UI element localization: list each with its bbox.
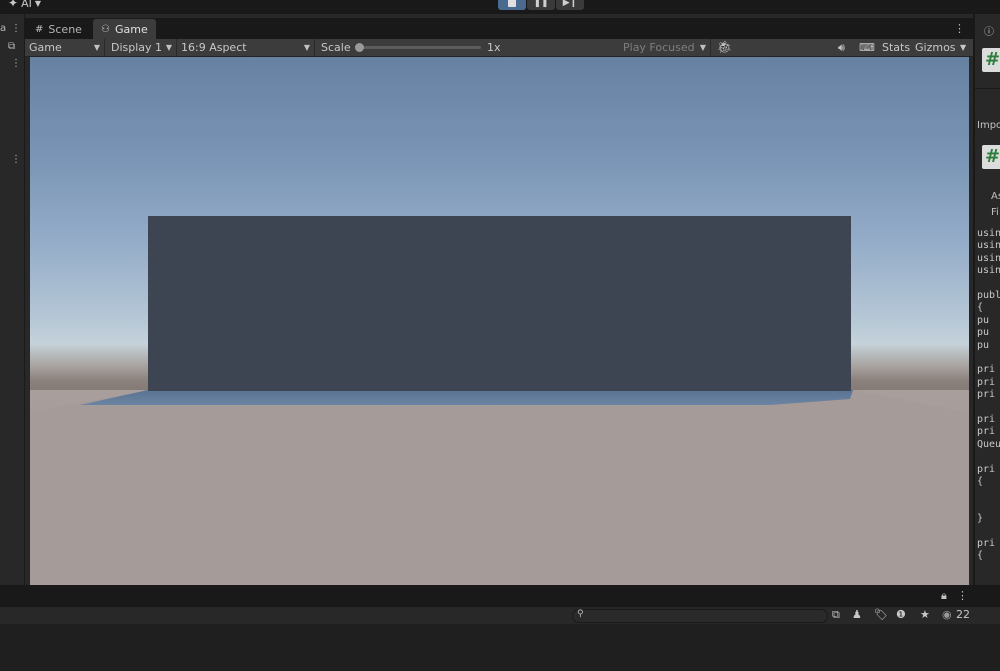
lock-icon[interactable]: a <box>0 23 6 34</box>
console-tab-strip: 🔒︎ ⋮ <box>0 585 1000 607</box>
gamepad-icon: ⚇ <box>101 23 110 35</box>
kebab-menu-icon[interactable]: ⋮ <box>11 154 21 165</box>
code-line: pri <box>977 463 996 475</box>
tab-strip: # Scene ⚇ Game ⋮ <box>25 18 973 39</box>
code-line: pri <box>977 364 996 376</box>
scale-slider[interactable] <box>355 43 481 52</box>
chevron-down-icon: ▼ <box>165 43 172 52</box>
code-line: pri <box>977 414 996 425</box>
filter-icon[interactable]: ⧉ <box>832 608 840 622</box>
scale-slider-thumb[interactable] <box>355 43 364 52</box>
step-button[interactable]: ▶❙ <box>556 0 584 10</box>
code-line: Queu <box>977 438 1000 450</box>
play-mode-dropdown[interactable]: Play Focused ▼ <box>619 39 711 56</box>
view-mode-dropdown[interactable]: Game ▼ <box>25 39 105 56</box>
asset-label: As <box>991 191 1000 202</box>
script-icon: # <box>982 48 1000 72</box>
file-label: Fi <box>991 207 999 218</box>
chevron-down-icon: ▼ <box>303 43 310 52</box>
hierarchy-panel-collapsed: a ⋮ ⧉ ⋮ ⋮ <box>0 14 25 585</box>
stop-icon <box>508 0 516 7</box>
code-line: using <box>977 252 1000 264</box>
code-line: pri <box>977 389 996 401</box>
console-toolbar: ⚲ ⧉ ♟ 🏷︎ ❶ ★ ◉ 22 <box>0 607 1000 625</box>
display-dropdown[interactable]: Display 1 ▼ <box>107 39 177 56</box>
stop-button[interactable] <box>498 0 526 10</box>
speaker-icon[interactable]: 🔊︎ <box>838 41 845 55</box>
code-line: pu <box>977 339 990 351</box>
tab-label: Game <box>114 22 148 36</box>
tag-icon[interactable]: 🏷︎ <box>874 608 888 621</box>
floor-plane-lit <box>80 390 853 405</box>
scale-label: Scale <box>317 39 351 56</box>
search-icon: ⚲ <box>577 609 584 619</box>
aspect-dropdown[interactable]: 16:9 Aspect ▼ <box>177 39 315 56</box>
game-viewport[interactable] <box>30 57 969 585</box>
lock-icon[interactable]: 🔒︎ <box>941 589 947 603</box>
bug-icon[interactable]: 🐞︎ <box>717 40 732 54</box>
display-value: Display 1 <box>111 41 163 54</box>
visibility-icon[interactable]: ◉ <box>942 608 952 621</box>
view-mode-value: Game <box>29 41 62 54</box>
code-line: using <box>977 228 1000 239</box>
console-content <box>0 625 1000 671</box>
floor-plane <box>30 390 969 585</box>
scene-geometry <box>30 216 969 585</box>
ai-menu-button[interactable]: ✦ AI ▼ <box>8 0 41 10</box>
play-mode-value: Play Focused <box>623 41 695 54</box>
script-icon: # <box>982 145 1000 169</box>
console-search-input[interactable]: ⚲ <box>572 609 828 623</box>
scale-value: 1x <box>487 41 501 54</box>
code-line: using <box>977 265 1000 277</box>
code-line: pu <box>977 327 990 339</box>
code-line: { <box>977 302 984 314</box>
code-line: { <box>977 550 984 562</box>
game-view-panel: # Scene ⚇ Game ⋮ Game ▼ Display 1 ▼ 16:9… <box>25 14 973 585</box>
ai-label: AI <box>21 0 32 10</box>
chevron-down-icon: ▼ <box>699 43 706 52</box>
kebab-menu-icon[interactable]: ⋮ <box>957 589 968 602</box>
code-line: publi <box>977 290 1000 301</box>
code-line: pu <box>977 314 990 326</box>
chevron-down-icon: ▼ <box>34 0 41 8</box>
stats-button[interactable]: Stats <box>882 41 910 54</box>
kebab-menu-icon[interactable]: ⋮ <box>11 58 21 69</box>
inspector-body: ⓘ # Impo # As Fi usingusingusingusingpub… <box>975 14 1000 585</box>
scale-label-text: Scale <box>321 41 351 54</box>
sparkle-icon: ✦ <box>8 0 19 10</box>
grid-icon: # <box>35 23 44 35</box>
gizmos-button[interactable]: Gizmos <box>915 41 956 54</box>
chevron-down-icon[interactable]: ▼ <box>960 43 966 52</box>
aspect-value: 16:9 Aspect <box>181 41 247 54</box>
chevron-down-icon: ▼ <box>93 43 100 52</box>
wall <box>148 216 851 391</box>
code-line: } <box>977 513 984 525</box>
code-line: { <box>977 476 984 487</box>
hidden-count: 22 <box>956 608 970 621</box>
keyboard-icon[interactable]: ⌨ <box>859 41 875 54</box>
code-line: using <box>977 240 1000 252</box>
game-toolbar: Game ▼ Display 1 ▼ 16:9 Aspect ▼ Scale 1… <box>25 39 973 57</box>
tab-game[interactable]: ⚇ Game <box>93 19 156 39</box>
tab-scene[interactable]: # Scene <box>27 19 90 39</box>
import-settings-label: Impo <box>977 120 1000 131</box>
inspector-panel: ⓘ # Impo # As Fi usingusingusingusingpub… <box>973 14 1000 585</box>
tab-label: Scene <box>48 22 82 36</box>
main-toolbar: ✦ AI ▼ ❚❚ ▶❙ <box>0 0 1000 14</box>
info-icon: ⓘ <box>984 27 994 38</box>
code-line: pri <box>977 538 996 549</box>
code-line: pri <box>977 426 996 438</box>
pause-button[interactable]: ❚❚ <box>527 0 555 10</box>
pause-icon: ❚❚ <box>533 0 549 8</box>
kebab-menu-icon[interactable]: ⋮ <box>954 22 965 35</box>
kebab-menu-icon[interactable]: ⋮ <box>11 23 21 34</box>
code-line: pri <box>977 376 996 388</box>
star-icon[interactable]: ★ <box>920 608 930 621</box>
search-toggle-icon[interactable]: ⧉ <box>8 41 15 52</box>
warning-icon[interactable]: ❶ <box>896 608 906 621</box>
play-controls: ❚❚ ▶❙ <box>498 0 584 10</box>
step-icon: ▶❙ <box>562 0 578 8</box>
shapes-icon[interactable]: ♟ <box>852 608 862 621</box>
